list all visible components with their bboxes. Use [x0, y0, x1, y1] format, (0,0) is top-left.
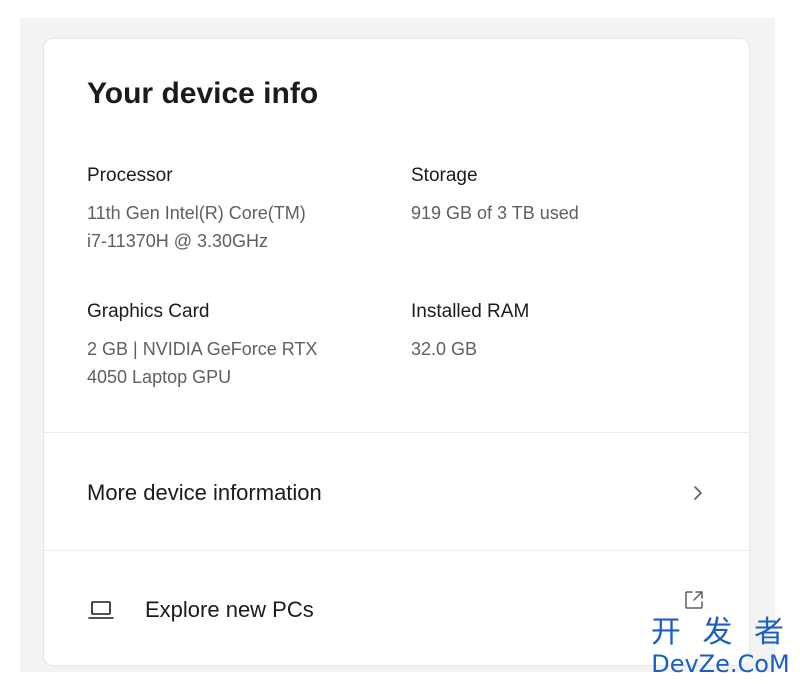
external-link-icon	[685, 591, 703, 609]
card-title: Your device info	[87, 77, 319, 110]
link-label: More device information	[87, 480, 322, 505]
spec-processor: Processor 11th Gen Intel(R) Core(TM) i7-…	[87, 163, 367, 255]
more-device-information-link[interactable]: More device information	[44, 435, 749, 551]
spec-value: 2 GB | NVIDIA GeForce RTX 4050 Laptop GP…	[87, 339, 318, 387]
spec-value: 11th Gen Intel(R) Core(TM) i7-11370H @ 3…	[87, 203, 306, 251]
spec-label: Graphics Card	[87, 301, 210, 322]
device-info-card: Your device info Processor 11th Gen Inte…	[43, 38, 750, 666]
site-watermark: 开 发 者 DevZe.CoM	[650, 615, 790, 679]
spec-label: Installed RAM	[411, 301, 530, 322]
laptop-icon	[88, 601, 114, 619]
divider	[44, 550, 749, 551]
spec-label: Storage	[411, 165, 478, 186]
spec-value: 919 GB of 3 TB used	[411, 203, 579, 223]
divider	[44, 432, 749, 433]
watermark-chinese-text: 开 发 者	[650, 615, 790, 650]
spec-storage: Storage 919 GB of 3 TB used	[411, 163, 691, 227]
spec-ram: Installed RAM 32.0 GB	[411, 299, 691, 363]
spec-value: 32.0 GB	[411, 339, 478, 359]
spec-graphics: Graphics Card 2 GB | NVIDIA GeForce RTX …	[87, 299, 367, 391]
spec-label: Processor	[87, 165, 173, 186]
watermark-site-text: DevZe.CoM	[651, 650, 790, 678]
link-label: Explore new PCs	[145, 597, 314, 622]
chevron-right-icon	[694, 486, 702, 500]
explore-new-pcs-link[interactable]: Explore new PCs	[44, 552, 749, 665]
